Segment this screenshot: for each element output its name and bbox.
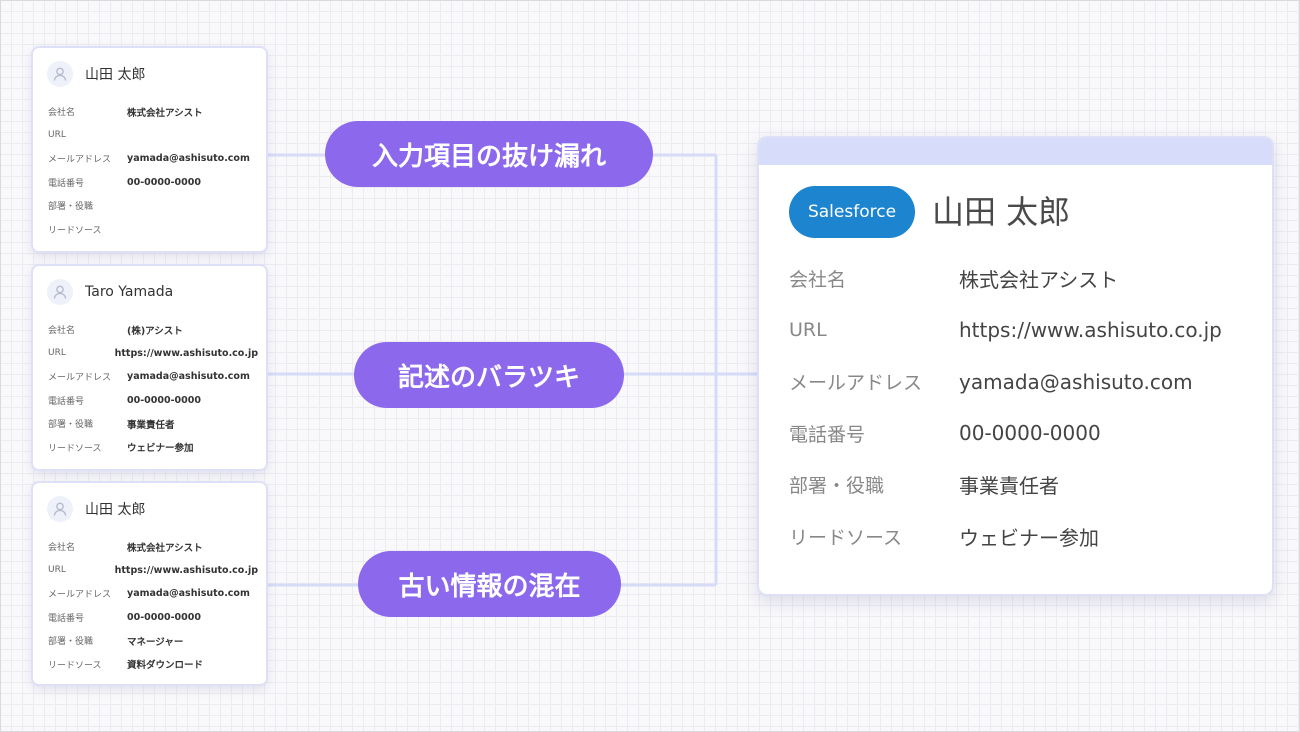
field-row: 会社名 (株)アシスト bbox=[48, 318, 258, 342]
salesforce-record-name: 山田 太郎 bbox=[932, 193, 1071, 231]
field-row: URL bbox=[48, 124, 258, 148]
field-label: 電話番号 bbox=[48, 178, 85, 189]
card-name: 山田 太郎 bbox=[85, 67, 146, 83]
salesforce-field-row: リードソース ウェビナー参加 bbox=[789, 511, 1262, 563]
field-label: 会社名 bbox=[48, 326, 76, 337]
field-row: メールアドレス yamada@ashisuto.com bbox=[48, 147, 258, 171]
field-row: メールアドレス yamada@ashisuto.com bbox=[48, 365, 258, 389]
card-header: 山田 太郎 bbox=[47, 495, 145, 523]
field-value: 00-0000-0000 bbox=[127, 176, 201, 188]
user-avatar-icon bbox=[47, 496, 73, 522]
contact-card-3: 山田 太郎 会社名 株式会社アシスト URL https://www.ashisut… bbox=[31, 481, 268, 686]
field-label: 部署・役職 bbox=[48, 202, 94, 213]
field-row: 電話番号 00-0000-0000 bbox=[48, 389, 258, 413]
user-avatar-icon bbox=[47, 61, 73, 87]
card-name: 山田 太郎 bbox=[85, 502, 146, 518]
salesforce-field-value: https://www.ashisuto.co.jp bbox=[959, 318, 1222, 343]
field-row: 電話番号 00-0000-0000 bbox=[48, 171, 258, 195]
field-row: 会社名 株式会社アシスト bbox=[48, 535, 258, 559]
card-header: Taro Yamada bbox=[47, 278, 173, 306]
salesforce-field-label: メールアドレス bbox=[789, 372, 923, 395]
salesforce-field-row: 電話番号 00-0000-0000 bbox=[789, 408, 1262, 460]
salesforce-field-label: 部署・役職 bbox=[789, 475, 885, 498]
issue-pill-missing-fields: 入力項目の抜け漏れ bbox=[325, 121, 653, 187]
field-value: 株式会社アシスト bbox=[127, 542, 203, 554]
field-row: リードソース ウェビナー参加 bbox=[48, 436, 258, 460]
field-value: 00-0000-0000 bbox=[127, 394, 201, 406]
field-row: メールアドレス yamada@ashisuto.com bbox=[48, 582, 258, 606]
field-label: メールアドレス bbox=[48, 155, 112, 166]
field-value: yamada@ashisuto.com bbox=[127, 153, 250, 165]
card-name: Taro Yamada bbox=[85, 284, 174, 300]
field-label: リードソース bbox=[48, 660, 102, 671]
field-row: リードソース 資料ダウンロード bbox=[48, 653, 258, 677]
salesforce-field-value: 事業責任者 bbox=[959, 474, 1059, 499]
field-value: yamada@ashisuto.com bbox=[127, 588, 250, 600]
field-value: 資料ダウンロード bbox=[127, 660, 204, 672]
salesforce-field-label: URL bbox=[789, 319, 827, 342]
field-label: 部署・役職 bbox=[48, 420, 94, 431]
field-row: リードソース bbox=[48, 218, 258, 242]
salesforce-field-label: 電話番号 bbox=[789, 423, 866, 446]
field-label: 部署・役職 bbox=[48, 637, 94, 648]
salesforce-field-row: 会社名 株式会社アシスト bbox=[789, 253, 1262, 305]
field-value: https://www.ashisuto.co.jp bbox=[114, 347, 258, 359]
field-value: https://www.ashisuto.co.jp bbox=[114, 564, 258, 576]
field-row: 部署・役職 bbox=[48, 194, 258, 218]
field-row: 部署・役職 事業責任者 bbox=[48, 412, 258, 436]
field-label: URL bbox=[48, 130, 66, 141]
salesforce-field-label: 会社名 bbox=[789, 269, 847, 292]
contact-card-2: Taro Yamada 会社名 (株)アシスト URL https://www.as… bbox=[31, 264, 268, 471]
card-header: 山田 太郎 bbox=[47, 60, 145, 88]
issue-pill-inconsistent-notation: 記述のバラツキ bbox=[354, 342, 624, 408]
field-label: URL bbox=[48, 565, 66, 576]
field-label: リードソース bbox=[48, 443, 102, 454]
field-value: 00-0000-0000 bbox=[127, 611, 201, 623]
salesforce-field-row: URL https://www.ashisuto.co.jp bbox=[789, 305, 1262, 357]
salesforce-field-value: 株式会社アシスト bbox=[959, 268, 1119, 293]
salesforce-card-header-bar bbox=[759, 138, 1272, 165]
field-label: メールアドレス bbox=[48, 590, 112, 601]
field-row: URL https://www.ashisuto.co.jp bbox=[48, 342, 258, 366]
contact-card-1: 山田 太郎 会社名 株式会社アシスト URL メールアドレス yamada@ashi… bbox=[31, 46, 268, 253]
field-label: 会社名 bbox=[48, 108, 76, 119]
salesforce-field-value: yamada@ashisuto.com bbox=[959, 369, 1193, 394]
field-value: 株式会社アシスト bbox=[127, 107, 203, 119]
field-value: 事業責任者 bbox=[127, 419, 175, 431]
field-label: 電話番号 bbox=[48, 613, 85, 624]
field-value: マネージャー bbox=[127, 636, 184, 648]
salesforce-badge: Salesforce bbox=[789, 186, 915, 238]
salesforce-field-value: 00-0000-0000 bbox=[959, 421, 1101, 446]
user-avatar-icon bbox=[47, 279, 73, 305]
salesforce-field-label: リードソース bbox=[789, 526, 903, 549]
issue-pill-outdated-info: 古い情報の混在 bbox=[358, 551, 621, 617]
field-row: 部署・役職 マネージャー bbox=[48, 629, 258, 653]
field-row: 会社名 株式会社アシスト bbox=[48, 100, 258, 124]
field-row: URL https://www.ashisuto.co.jp bbox=[48, 559, 258, 583]
salesforce-field-value: ウェビナー参加 bbox=[959, 525, 1099, 550]
salesforce-field-row: メールアドレス yamada@ashisuto.com bbox=[789, 356, 1262, 408]
salesforce-record-card: Salesforce 山田 太郎 会社名 株式会社アシスト URL https://… bbox=[757, 136, 1274, 596]
field-value: ウェビナー参加 bbox=[127, 443, 194, 455]
field-label: 会社名 bbox=[48, 543, 76, 554]
field-value: (株)アシスト bbox=[127, 325, 183, 337]
field-label: リードソース bbox=[48, 225, 102, 236]
field-label: 電話番号 bbox=[48, 396, 85, 407]
field-label: メールアドレス bbox=[48, 373, 112, 384]
field-label: URL bbox=[48, 348, 66, 359]
field-value: yamada@ashisuto.com bbox=[127, 371, 250, 383]
field-row: 電話番号 00-0000-0000 bbox=[48, 606, 258, 630]
salesforce-field-row: 部署・役職 事業責任者 bbox=[789, 459, 1262, 511]
